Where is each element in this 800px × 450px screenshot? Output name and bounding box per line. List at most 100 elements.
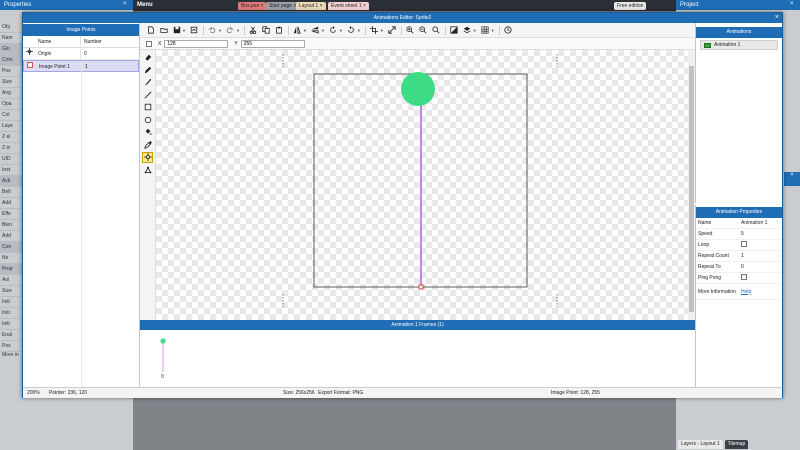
x-coordinate-input[interactable] bbox=[164, 39, 229, 48]
bg-project-close-icon[interactable]: × bbox=[790, 1, 794, 7]
paste-icon[interactable] bbox=[275, 26, 284, 35]
brush-icon[interactable] bbox=[142, 77, 153, 88]
save-icon[interactable] bbox=[172, 26, 181, 35]
open-folder-icon[interactable] bbox=[159, 26, 168, 35]
ellipse-icon[interactable] bbox=[142, 114, 153, 125]
undo-icon[interactable] bbox=[208, 26, 217, 35]
bg-right-close-icon[interactable]: × bbox=[784, 172, 800, 186]
crop-dropdown-caret-icon[interactable]: ▼ bbox=[380, 28, 384, 33]
export-icon[interactable] bbox=[190, 26, 199, 35]
apply-to-all-checkbox[interactable] bbox=[146, 40, 152, 47]
resize-icon[interactable] bbox=[388, 26, 397, 35]
image-point-icon bbox=[24, 61, 36, 71]
flip-horizontal-icon[interactable] bbox=[293, 26, 302, 35]
bg-properties-close-icon[interactable]: × bbox=[123, 1, 127, 7]
status-size: Size: 256x256 bbox=[283, 390, 315, 396]
y-label: Y bbox=[234, 40, 238, 47]
bg-property-item: Acti bbox=[0, 176, 22, 187]
bg-property-item: Prop bbox=[0, 264, 22, 275]
prop-value[interactable]: 1 bbox=[741, 253, 782, 259]
canvas-vertical-scrollbar[interactable] bbox=[688, 50, 695, 320]
layers-icon[interactable] bbox=[463, 26, 472, 35]
ping-pong-checkbox[interactable] bbox=[741, 274, 747, 280]
bg-free-edition-badge[interactable]: Free edition bbox=[614, 2, 647, 10]
column-name[interactable]: Name bbox=[35, 36, 81, 47]
bg-tab-layers[interactable]: Layers - Layout 1 bbox=[678, 440, 723, 449]
bg-property-item: Obj bbox=[0, 22, 22, 33]
rotate-ccw-icon[interactable] bbox=[347, 26, 356, 35]
fill-bucket-icon[interactable] bbox=[142, 127, 153, 138]
color-picker-icon[interactable] bbox=[142, 139, 153, 150]
animation-properties-title: Animation Properties bbox=[696, 207, 782, 218]
prop-row-ping-pong[interactable]: Ping Pong bbox=[696, 273, 782, 284]
layers-dropdown-caret-icon[interactable]: ▼ bbox=[473, 28, 477, 33]
crop-icon[interactable] bbox=[370, 26, 379, 35]
loop-checkbox[interactable] bbox=[741, 241, 747, 247]
bg-document-tab[interactable]: Event sheet 1 × bbox=[328, 2, 369, 10]
bg-property-item: Beh bbox=[0, 187, 22, 198]
collision-polygon-icon[interactable] bbox=[142, 164, 153, 175]
y-coordinate-input[interactable] bbox=[240, 39, 305, 48]
zoom-in-icon[interactable] bbox=[406, 26, 415, 35]
prop-row-repeat-to[interactable]: Repeat To 0 bbox=[696, 262, 782, 273]
prop-key: Repeat To bbox=[698, 264, 721, 270]
preview-icon[interactable] bbox=[504, 26, 513, 35]
pencil-icon[interactable] bbox=[142, 64, 153, 75]
flip-dropdown-caret-icon[interactable]: ▼ bbox=[303, 28, 307, 33]
prop-value[interactable]: 0 bbox=[741, 264, 782, 270]
line-icon[interactable] bbox=[142, 89, 153, 100]
rotate-ccw-dropdown-caret-icon[interactable]: ▼ bbox=[357, 28, 361, 33]
image-point-marker[interactable] bbox=[418, 284, 424, 290]
zoom-reset-icon[interactable] bbox=[432, 26, 441, 35]
undo-dropdown-caret-icon[interactable]: ▼ bbox=[218, 28, 222, 33]
image-points-tool-icon[interactable] bbox=[142, 151, 153, 163]
background-color-icon[interactable] bbox=[450, 26, 459, 35]
mirror-icon[interactable] bbox=[311, 26, 320, 35]
prop-row-speed[interactable]: Speed 5 bbox=[696, 229, 782, 240]
new-frame-icon[interactable] bbox=[146, 26, 155, 35]
bg-menu-button[interactable]: Menu bbox=[137, 2, 153, 8]
status-bar: 200% Pointer: 236, 120 Size: 256x256 Exp… bbox=[23, 387, 782, 398]
bg-document-tab[interactable]: Start page × bbox=[266, 2, 300, 10]
grid-dropdown-caret-icon[interactable]: ▼ bbox=[491, 28, 495, 33]
image-point-name: Origin bbox=[35, 48, 81, 59]
zoom-out-icon[interactable] bbox=[419, 26, 428, 35]
editor-close-icon[interactable]: × bbox=[775, 13, 779, 23]
bg-property-item: Enal bbox=[0, 330, 22, 341]
bg-property-item: Con bbox=[0, 242, 22, 253]
redo-dropdown-caret-icon[interactable]: ▼ bbox=[236, 28, 240, 33]
bg-document-tab[interactable]: Layout 1 × bbox=[296, 2, 326, 10]
bg-document-tab[interactable]: Box.pos × bbox=[238, 2, 267, 10]
image-canvas[interactable] bbox=[156, 50, 688, 320]
animation-properties-panel: Animation Properties Name Animation 1 Sp… bbox=[695, 205, 782, 387]
bg-property-item: Col bbox=[0, 110, 22, 121]
animation-item[interactable]: Animation 1 bbox=[700, 40, 778, 50]
image-point-coords-bar: X Y bbox=[140, 38, 695, 50]
help-link[interactable]: Help bbox=[741, 289, 751, 295]
save-dropdown-caret-icon[interactable]: ▼ bbox=[182, 28, 186, 33]
image-point-row-origin[interactable]: Origin 0 bbox=[23, 48, 139, 60]
rotate-cw-icon[interactable] bbox=[329, 26, 338, 35]
prop-row-name[interactable]: Name Animation 1 bbox=[696, 218, 782, 229]
bg-tab-tilemap[interactable]: Tilemap bbox=[724, 440, 749, 449]
prop-value[interactable]: Animation 1 bbox=[741, 220, 782, 226]
editor-toolbar: ▼ ▼ ▼ ▼ ▼ ▼ ▼ ▼ ▼ ▼ bbox=[140, 23, 695, 38]
column-number[interactable]: Number bbox=[81, 36, 102, 47]
rotate-cw-dropdown-caret-icon[interactable]: ▼ bbox=[339, 28, 343, 33]
bg-properties-title: Properties bbox=[0, 0, 133, 10]
grid-icon[interactable] bbox=[481, 26, 490, 35]
mirror-dropdown-caret-icon[interactable]: ▼ bbox=[321, 28, 325, 33]
prop-row-repeat-count[interactable]: Repeat Count 1 bbox=[696, 251, 782, 262]
bg-property-item: Opa bbox=[0, 99, 22, 110]
frames-title: Animation 1 Frames (1) bbox=[140, 320, 695, 330]
prop-row-loop[interactable]: Loop bbox=[696, 240, 782, 251]
bg-property-item: Pos bbox=[0, 66, 22, 77]
bg-property-item: Initi bbox=[0, 308, 22, 319]
rectangle-icon[interactable] bbox=[142, 102, 153, 113]
cut-icon[interactable] bbox=[249, 26, 258, 35]
eraser-icon[interactable] bbox=[142, 52, 153, 63]
redo-icon[interactable] bbox=[226, 26, 235, 35]
frame-thumbnail[interactable] bbox=[160, 338, 166, 372]
copy-icon[interactable] bbox=[262, 26, 271, 35]
prop-value[interactable]: 5 bbox=[741, 231, 782, 237]
